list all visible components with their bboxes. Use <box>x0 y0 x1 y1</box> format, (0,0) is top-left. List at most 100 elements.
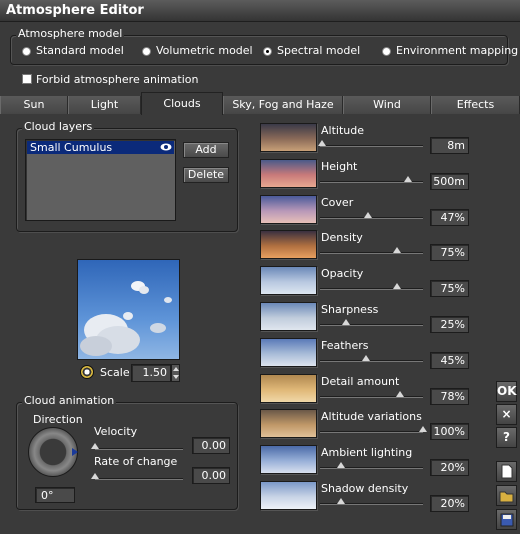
radio-icon[interactable] <box>382 47 391 56</box>
title-bar: Atmosphere Editor <box>0 0 520 22</box>
param-label: Sharpness <box>321 303 379 316</box>
rate-of-change-slider[interactable] <box>91 473 183 480</box>
param-slider[interactable] <box>320 211 423 219</box>
cancel-button[interactable]: × <box>496 404 517 425</box>
param-slider[interactable] <box>320 283 423 291</box>
param-slider[interactable] <box>320 426 427 434</box>
param-label: Opacity <box>321 267 364 281</box>
param-value-input[interactable]: 100% <box>430 423 469 441</box>
tab-wind[interactable]: Wind <box>343 96 431 114</box>
param-label: Shadow density <box>321 482 409 495</box>
velocity-label: Velocity <box>94 425 138 438</box>
camera-icon[interactable] <box>80 365 94 379</box>
param-thumbnail <box>260 266 317 296</box>
scale-label: Scale <box>100 366 130 379</box>
radio-icon[interactable] <box>22 47 31 56</box>
param-slider-knob[interactable] <box>336 462 345 469</box>
param-slider-knob[interactable] <box>336 498 345 504</box>
param-thumbnail <box>260 373 317 403</box>
param-slider[interactable] <box>320 390 423 398</box>
cloud-preview <box>77 259 180 360</box>
param-value-input[interactable]: 47% <box>430 208 469 226</box>
param-label: Density <box>321 231 363 245</box>
param-label: Altitude <box>321 124 364 137</box>
param-thumbnail <box>260 158 317 188</box>
scale-input[interactable]: 1.50 <box>131 364 171 382</box>
new-file-button[interactable] <box>496 461 517 482</box>
param-thumbnail <box>260 302 317 331</box>
radio-icon[interactable] <box>142 47 151 56</box>
param-value-input[interactable]: 45% <box>430 351 469 369</box>
cloud-animation-title: Cloud animation <box>22 394 117 407</box>
param-label: Cover <box>321 195 354 209</box>
param-slider-knob[interactable] <box>393 283 402 290</box>
forbid-animation-label: Forbid atmosphere animation <box>36 73 199 86</box>
velocity-slider[interactable] <box>91 443 183 450</box>
help-button[interactable]: ? <box>496 427 517 448</box>
param-value-input[interactable]: 500m <box>430 172 469 190</box>
forbid-animation-checkbox[interactable] <box>22 74 32 84</box>
rate-of-change-input[interactable]: 0.00 <box>192 467 230 484</box>
param-label: Feathers <box>321 338 369 352</box>
param-thumbnail <box>260 123 317 152</box>
window-title: Atmosphere Editor <box>6 3 144 18</box>
new-file-icon <box>501 464 512 479</box>
param-slider-knob[interactable] <box>362 354 371 361</box>
add-layer-button[interactable]: Add <box>183 142 229 158</box>
cloud-layers-list[interactable]: Small Cumulus <box>25 139 176 221</box>
param-slider[interactable] <box>320 354 423 362</box>
tab-clouds[interactable]: Clouds <box>141 92 223 115</box>
param-slider-knob[interactable] <box>364 211 373 218</box>
rate-of-change-knob[interactable] <box>91 473 99 479</box>
param-value-input[interactable]: 20% <box>430 495 469 512</box>
param-slider-knob[interactable] <box>318 140 327 146</box>
param-slider-knob[interactable] <box>393 247 402 254</box>
param-value-input[interactable]: 78% <box>430 387 469 405</box>
param-slider-knob[interactable] <box>403 175 412 182</box>
param-thumbnail <box>260 481 317 510</box>
tab-sun[interactable]: Sun <box>0 96 68 114</box>
radio-icon-selected[interactable] <box>263 47 272 56</box>
param-thumbnail <box>260 445 317 475</box>
direction-pointer-icon <box>72 448 78 456</box>
param-value-input[interactable]: 25% <box>430 316 469 333</box>
velocity-input[interactable]: 0.00 <box>192 437 230 454</box>
param-slider[interactable] <box>320 462 423 470</box>
param-value-input[interactable]: 20% <box>430 459 469 477</box>
param-slider[interactable] <box>320 319 423 326</box>
direction-input[interactable]: 0° <box>35 487 75 503</box>
direction-label: Direction <box>33 413 83 426</box>
velocity-knob[interactable] <box>91 443 99 449</box>
param-label: Ambient lighting <box>321 446 413 460</box>
scale-stepper[interactable] <box>171 364 180 382</box>
param-value-input[interactable]: 75% <box>430 280 469 298</box>
param-thumbnail <box>260 337 317 367</box>
ok-button[interactable]: OK <box>496 381 517 402</box>
param-slider[interactable] <box>320 247 423 255</box>
param-slider[interactable] <box>318 140 423 147</box>
param-slider-knob[interactable] <box>396 390 405 397</box>
stepper-down-icon[interactable] <box>173 375 179 379</box>
tab-sky-fog-haze[interactable]: Sky, Fog and Haze <box>223 96 343 114</box>
open-folder-button[interactable] <box>496 485 517 506</box>
cloud-layers-title: Cloud layers <box>22 120 95 133</box>
tab-effects[interactable]: Effects <box>431 96 520 114</box>
direction-dial[interactable] <box>28 427 78 477</box>
param-slider[interactable] <box>320 498 423 505</box>
param-value-input[interactable]: 75% <box>430 244 469 262</box>
save-disk-icon <box>500 513 513 527</box>
param-slider[interactable] <box>320 175 423 183</box>
param-thumbnail <box>260 194 317 224</box>
param-slider-knob[interactable] <box>419 426 427 433</box>
param-label: Altitude variations <box>321 410 422 424</box>
stepper-up-icon[interactable] <box>173 367 179 371</box>
param-slider-knob[interactable] <box>341 319 350 325</box>
param-label: Height <box>321 159 358 173</box>
save-button[interactable] <box>496 509 517 530</box>
param-value-input[interactable]: 8m <box>430 137 469 154</box>
tab-light[interactable]: Light <box>68 96 141 114</box>
delete-layer-button[interactable]: Delete <box>183 167 229 183</box>
list-item[interactable]: Small Cumulus <box>27 141 174 154</box>
eye-icon[interactable] <box>160 143 172 151</box>
open-folder-icon <box>499 491 513 503</box>
